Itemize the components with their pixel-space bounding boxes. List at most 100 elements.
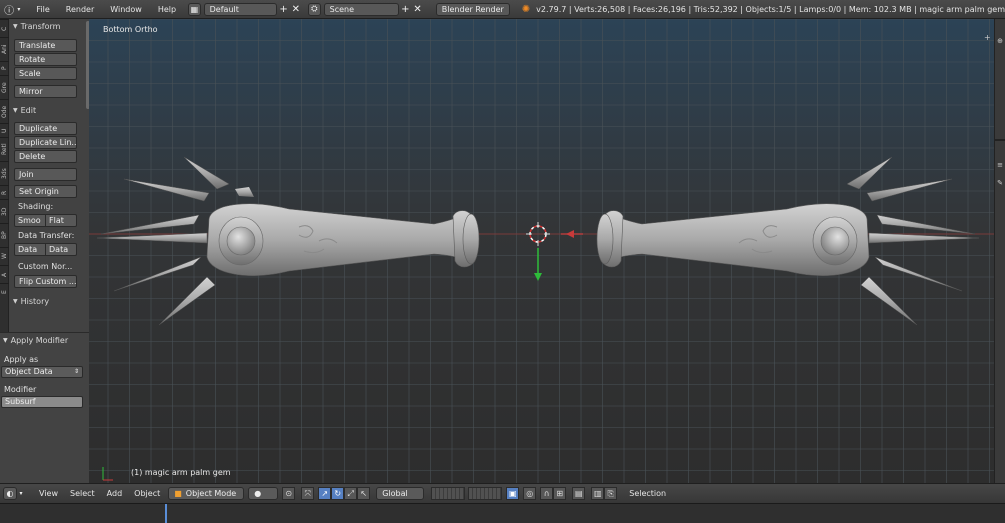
add-scene-icon[interactable]: +: [399, 3, 411, 16]
palm-gem: [820, 226, 850, 256]
tab-3d[interactable]: 3D: [0, 199, 9, 223]
updown-arrows-icon: ⇕: [73, 368, 79, 375]
pivot-point-icon[interactable]: ⊙: [282, 487, 296, 500]
dropdown-arrow-icon[interactable]: ▾: [17, 487, 25, 500]
translate-manipulator-icon[interactable]: ↗: [318, 487, 332, 500]
menu-render[interactable]: Render: [58, 5, 102, 14]
camera-icon[interactable]: ⎘: [604, 487, 618, 500]
screen-layout-icon[interactable]: ▦: [188, 2, 201, 16]
render-engine-select[interactable]: Blender Render: [435, 2, 510, 16]
history-panel-header[interactable]: ▼ History: [9, 294, 89, 308]
arrow-manipulator-icon[interactable]: ↖: [357, 487, 371, 500]
apply-as-label: Apply as: [4, 355, 39, 364]
tab-w[interactable]: W: [0, 247, 9, 265]
tab-3ds[interactable]: 3ds: [0, 161, 9, 185]
tab-r[interactable]: R: [0, 185, 9, 199]
tab-a[interactable]: A: [0, 265, 9, 283]
modifier-field[interactable]: Subsurf: [1, 396, 83, 408]
translate-button[interactable]: Translate: [14, 39, 77, 52]
snap-magnet-icon[interactable]: ∩: [540, 487, 554, 500]
x-arrow-icon[interactable]: [566, 230, 574, 238]
viewport-shading-select[interactable]: ●: [248, 487, 279, 500]
render-icon[interactable]: ▤: [572, 487, 586, 500]
remove-layout-icon[interactable]: ✕: [290, 3, 302, 16]
interaction-mode-select[interactable]: ■ Object Mode: [168, 487, 245, 500]
tab-e[interactable]: E: [0, 283, 9, 301]
selection-label: Selection: [629, 489, 667, 498]
opengl-render-icon[interactable]: ▥: [591, 487, 605, 500]
join-button[interactable]: Join: [14, 168, 77, 181]
tab-tools[interactable]: C: [0, 19, 9, 37]
screen-layout-field[interactable]: Default: [203, 2, 278, 16]
pin-icon[interactable]: ✎: [995, 179, 1005, 187]
scale-button[interactable]: Scale: [14, 67, 77, 80]
tab-animation[interactable]: Ani: [0, 37, 9, 61]
tab-grease-pencil[interactable]: Gre: [0, 75, 9, 99]
shade-smooth-button[interactable]: Smoo: [14, 214, 46, 227]
lock-camera-icon[interactable]: ▣: [506, 487, 520, 500]
editor-type-3d-icon[interactable]: ◐: [3, 487, 17, 500]
rotate-button[interactable]: Rotate: [14, 53, 77, 66]
info-editor-type-icon[interactable]: ⓘ: [3, 3, 15, 17]
tab-retopo[interactable]: Retl: [0, 137, 9, 161]
transform-panel-header[interactable]: ▼ Transform: [9, 19, 89, 33]
info-header: ⓘ ▾ File Render Window Help ▦ Default + …: [0, 0, 1005, 19]
menu-window[interactable]: Window: [102, 5, 150, 14]
claw: [158, 276, 216, 326]
mirror-button[interactable]: Mirror: [14, 85, 77, 98]
menu-select[interactable]: Select: [64, 489, 101, 498]
menu-view[interactable]: View: [33, 489, 64, 498]
panel-toggle-icon[interactable]: ≡: [995, 161, 1005, 169]
properties-toggle-icon[interactable]: +: [984, 33, 992, 42]
flip-custom-normals-button[interactable]: Flip Custom ...: [14, 275, 77, 288]
custom-normals-label: Custom Nor...: [18, 262, 73, 271]
current-frame-cursor[interactable]: [165, 504, 167, 523]
duplicate-button[interactable]: Duplicate: [14, 122, 77, 135]
operator-panel-header[interactable]: ▼ Apply Modifier: [0, 333, 89, 347]
manipulator-toggle-icon[interactable]: ⤧: [301, 487, 315, 500]
menu-add[interactable]: Add: [101, 489, 129, 498]
collapse-triangle-icon: ▼: [13, 106, 18, 114]
scene-layers-right[interactable]: [468, 487, 503, 500]
remove-scene-icon[interactable]: ✕: [411, 3, 423, 16]
solid-shading-icon: ●: [254, 489, 262, 498]
shading-buttons: Smoo Flat: [14, 214, 77, 227]
apply-as-select[interactable]: Object Data ⇕: [1, 366, 83, 378]
data-layout-button[interactable]: Data: [46, 243, 77, 256]
set-origin-button[interactable]: Set Origin: [14, 185, 77, 198]
duplicate-linked-button[interactable]: Duplicate Lin...: [14, 136, 77, 149]
dropdown-arrow-icon[interactable]: ▾: [15, 3, 22, 16]
menu-help[interactable]: Help: [150, 5, 184, 14]
viewport-canvas[interactable]: [89, 19, 994, 483]
proportional-edit-icon[interactable]: ◎: [523, 487, 537, 500]
scene-layers-left[interactable]: [431, 487, 466, 500]
rotate-manipulator-icon[interactable]: ↻: [331, 487, 345, 500]
operator-panel: ▼ Apply Modifier Apply as Object Data ⇕ …: [0, 332, 89, 483]
delete-button[interactable]: Delete: [14, 150, 77, 163]
tab-ode[interactable]: Ode: [0, 99, 9, 123]
snap-element-icon[interactable]: ⊞: [553, 487, 567, 500]
claw: [874, 256, 963, 292]
tab-u[interactable]: U: [0, 123, 9, 137]
timeline[interactable]: [0, 503, 1005, 523]
data-transfer-button[interactable]: Data: [14, 243, 46, 256]
menu-file[interactable]: File: [28, 5, 57, 14]
tool-tabs: C Ani P Gre Ode U Retl 3ds R 3D BP W A E: [0, 19, 9, 332]
menu-object[interactable]: Object: [128, 489, 166, 498]
scene-field[interactable]: Scene: [323, 2, 400, 16]
toggle-icon[interactable]: ⊕: [995, 37, 1005, 45]
3d-viewport[interactable]: Bottom Ortho (1) magic arm palm gem +: [89, 19, 994, 483]
scale-manipulator-icon[interactable]: ⤢: [344, 487, 358, 500]
scene-stats: v2.79.7 | Verts:26,508 | Faces:26,196 | …: [536, 4, 1005, 14]
transform-orientation-select[interactable]: Global: [376, 487, 425, 500]
collapse-triangle-icon: ▼: [3, 336, 8, 344]
tab-bp[interactable]: BP: [0, 223, 9, 247]
tab-physics[interactable]: P: [0, 61, 9, 75]
shade-flat-button[interactable]: Flat: [46, 214, 77, 227]
scene-icon[interactable]: ⛭: [308, 2, 321, 16]
add-layout-icon[interactable]: +: [277, 3, 289, 16]
left-arm-mesh[interactable]: [96, 156, 480, 326]
right-arm-mesh[interactable]: [596, 156, 980, 326]
history-header-label: History: [20, 296, 50, 306]
edit-panel-header[interactable]: ▼ Edit: [9, 103, 89, 117]
